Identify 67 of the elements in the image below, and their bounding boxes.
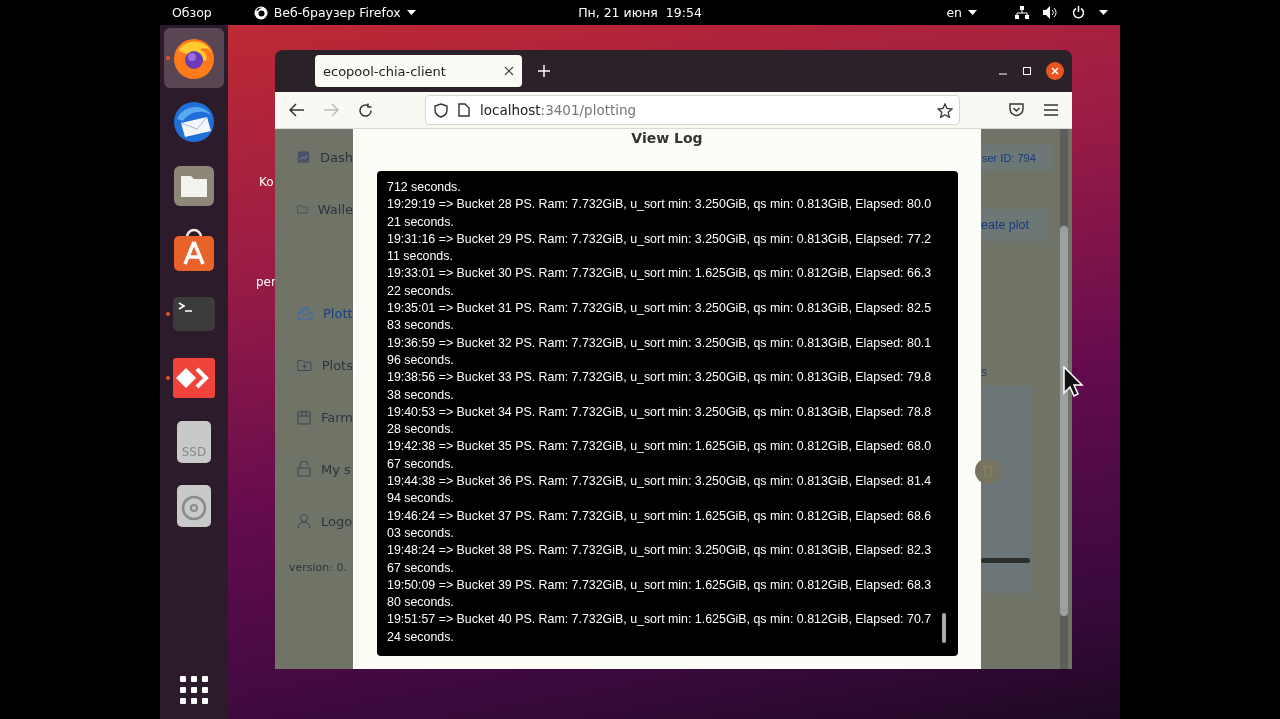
log-line: 19:31:16 => Bucket 29 PS. Ram: 7.732GiB, u_sort min: 3.250GiB, qs min: 0.813GiB, Elapsed: 77.211 seconds.: [387, 230, 933, 266]
sidebar-item[interactable]: Dash: [275, 131, 353, 183]
log-line: 19:40:53 => Bucket 34 PS. Ram: 7.732GiB, u_sort min: 3.250GiB, qs min: 0.813GiB, Elapsed: 78.828 seconds.: [387, 403, 933, 439]
log-line: 19:51:57 => Bucket 40 PS. Ram: 7.732GiB, u_sort min: 1.625GiB, qs min: 0.812GiB, Elapsed: 70.724 seconds.: [387, 611, 933, 646]
log-line: 19:29:19 => Bucket 28 PS. Ram: 7.732GiB, u_sort min: 3.250GiB, qs min: 0.813GiB, Elapsed: 80.021 seconds.: [387, 196, 933, 231]
app-menu[interactable]: Веб-браузер Firefox: [253, 5, 416, 20]
caret-icon: [406, 9, 416, 16]
activities-button[interactable]: Обзор: [172, 5, 212, 20]
scrollbar-thumb[interactable]: [942, 613, 946, 643]
log-line: 712 seconds.: [387, 179, 462, 196]
chart-icon: [297, 150, 310, 164]
folder-icon: [297, 202, 308, 216]
folder-icon[interactable]: [173, 165, 215, 207]
close-icon[interactable]: [504, 66, 514, 76]
dialog-title: View Log: [631, 130, 703, 146]
log-line: 19:50:09 => Bucket 39 PS. Ram: 7.732GiB, u_sort min: 1.625GiB, qs min: 0.812GiB, Elapsed: 68.380 seconds.: [387, 576, 933, 612]
scrollbar-thumb[interactable]: [981, 558, 1030, 563]
dock-item[interactable]: SSD: [164, 412, 224, 472]
new-tab-icon[interactable]: [538, 65, 550, 77]
log-line: 19:46:24 => Bucket 37 PS. Ram: 7.732GiB, u_sort min: 1.625GiB, qs min: 0.812GiB, Elapsed: 68.603 seconds.: [387, 507, 933, 542]
log-line: 19:33:01 => Bucket 30 PS. Ram: 7.732GiB, u_sort min: 1.625GiB, qs min: 0.812GiB, Elapsed: 66.322 seconds.: [387, 265, 933, 300]
log-line: 19:36:59 => Bucket 32 PS. Ram: 7.732GiB, u_sort min: 3.250GiB, qs min: 0.813GiB, Elapsed: 80.196 seconds.: [387, 334, 933, 369]
shopping-bag-icon[interactable]: [173, 228, 215, 272]
caret-icon: [1099, 9, 1108, 16]
browser-tab[interactable]: ecopool-chia-client: [315, 55, 522, 87]
power-icon[interactable]: [1072, 6, 1085, 19]
lock-icon: [297, 461, 311, 477]
log-line: 19:48:24 => Bucket 38 PS. Ram: 7.732GiB, u_sort min: 3.250GiB, qs min: 0.813GiB, Elapsed: 82.367 seconds.: [387, 542, 933, 577]
sidebar-item[interactable]: Farm: [275, 391, 353, 443]
pocket-icon[interactable]: [1009, 103, 1024, 117]
log-line: 19:35:01 => Bucket 31 PS. Ram: 7.732GiB, u_sort min: 3.250GiB, qs min: 0.813GiB, Elapsed: 82.583 seconds.: [387, 300, 933, 335]
reload-icon[interactable]: [357, 102, 373, 118]
delete-button[interactable]: [975, 458, 1001, 484]
desktop-icon-label: Ko: [259, 175, 274, 189]
sidebar-item[interactable]: Plots: [275, 339, 353, 391]
clock[interactable]: Пн, 21 июня 19:54: [578, 5, 702, 20]
close-button[interactable]: [1046, 62, 1064, 80]
terminal-icon[interactable]: [173, 297, 215, 331]
address-bar[interactable]: localhost:3401/plotting: [425, 95, 960, 125]
star-icon[interactable]: [937, 102, 953, 118]
menu-icon[interactable]: [1044, 104, 1058, 116]
tray-icon: [297, 306, 313, 320]
user-id-button[interactable]: ser ID: 794: [981, 144, 1053, 171]
maximize-icon[interactable]: [1022, 66, 1032, 76]
scrollbar-thumb[interactable]: [1060, 226, 1068, 616]
volume-icon[interactable]: [1043, 6, 1058, 19]
sidebar-item[interactable]: My s: [275, 443, 353, 495]
envelope-icon[interactable]: [171, 99, 217, 145]
back-icon[interactable]: [289, 103, 305, 117]
keyboard-layout[interactable]: en: [946, 5, 977, 20]
app-grid-icon[interactable]: [179, 675, 209, 705]
sidebar-item[interactable]: Logo: [275, 495, 353, 547]
network-icon[interactable]: [1015, 6, 1029, 19]
shield-icon[interactable]: [434, 102, 448, 118]
desktop-icon-label: per: [256, 275, 276, 289]
log-line: 19:42:38 => Bucket 35 PS. Ram: 7.732GiB, u_sort min: 1.625GiB, qs min: 0.812GiB, Elapsed: 68.067 seconds.: [387, 438, 933, 473]
version-text: version: 0.: [288, 561, 348, 574]
page-icon: [458, 103, 470, 117]
sidebar-item[interactable]: Plott: [275, 287, 353, 339]
user-icon: [297, 513, 311, 529]
sidebar-item[interactable]: Walle: [275, 183, 353, 235]
create-plot-button[interactable]: eate plot: [981, 209, 1047, 241]
log-line: 19:44:38 => Bucket 36 PS. Ram: 7.732GiB, u_sort min: 3.250GiB, qs min: 0.813GiB, Elapsed: 81.494 seconds.: [387, 473, 933, 508]
caret-icon: [968, 9, 977, 16]
log-line: 19:38:56 => Bucket 33 PS. Ram: 7.732GiB, u_sort min: 3.250GiB, qs min: 0.813GiB, Elapsed: 79.838 seconds.: [387, 369, 933, 404]
drive-icon[interactable]: SSD: [177, 421, 211, 463]
folder-plus-icon: [297, 358, 312, 372]
